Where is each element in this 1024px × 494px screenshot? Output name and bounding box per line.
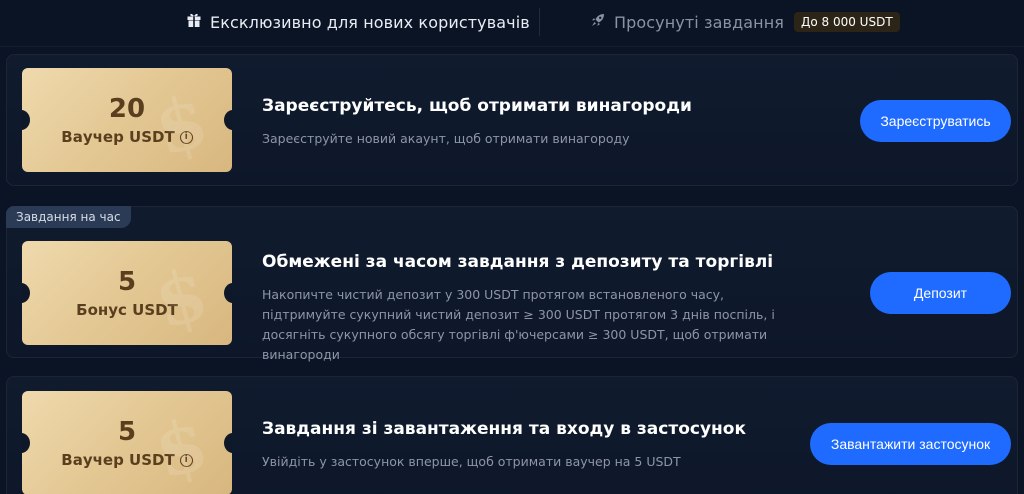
voucher-amount: 5 [117, 267, 137, 297]
dollar-watermark-icon: $ [145, 76, 217, 172]
header-divider [0, 46, 1024, 47]
time-limited-tag: Завдання на час [6, 206, 131, 228]
voucher-ticket: $ 20 Ваучер USDT i [22, 68, 232, 172]
tab-divider [539, 8, 540, 36]
task-title: Завдання зі завантаження та входу в заст… [262, 419, 747, 439]
voucher-ticket: $ 5 Бонус USDT [22, 241, 232, 345]
task-description: Накопичте чистий депозит у 300 USDT прот… [262, 287, 775, 362]
task-card-deposit-trade: $ 5 Бонус USDT Обмежені за часом завданн… [6, 206, 1018, 362]
voucher-ticket: $ 5 Ваучер USDT i [22, 391, 232, 494]
task-title: Зареєструйтесь, щоб отримати винагороди [262, 96, 692, 116]
task-title: Обмежені за часом завдання з депозиту та… [262, 252, 774, 272]
dollar-watermark-icon: $ [145, 249, 217, 345]
tab-exclusive-label: Ексклюзивно для нових користувачів [210, 12, 530, 32]
task-tabs: Ексклюзивно для нових користувачів Просу… [0, 0, 1024, 44]
task-card-download-app: $ 5 Ваучер USDT i Завдання зі завантажен… [6, 376, 1018, 494]
voucher-amount: 20 [108, 94, 146, 124]
deposit-button[interactable]: Депозит [870, 272, 1011, 314]
rocket-icon [590, 12, 606, 32]
task-card-register: $ 20 Ваучер USDT i Зареєструйтесь, щоб о… [6, 54, 1018, 186]
task-description: Зареєструйте новий акаунт, щоб отримати … [262, 131, 630, 146]
register-button[interactable]: Зареєструватись [860, 100, 1011, 142]
task-description: Увійдіть у застосунок вперше, щоб отрима… [262, 454, 681, 469]
gift-icon [186, 12, 202, 32]
download-app-button[interactable]: Завантажити застосунок [810, 423, 1011, 465]
tab-advanced-label: Просунуті завдання [614, 12, 784, 32]
voucher-amount: 5 [117, 417, 137, 447]
dollar-watermark-icon: $ [145, 399, 217, 494]
tab-exclusive-new-users[interactable]: Ексклюзивно для нових користувачів [186, 0, 530, 44]
reward-badge: До 8 000 USDT [793, 12, 900, 32]
tab-advanced-tasks[interactable]: Просунуті завдання До 8 000 USDT [590, 0, 900, 44]
